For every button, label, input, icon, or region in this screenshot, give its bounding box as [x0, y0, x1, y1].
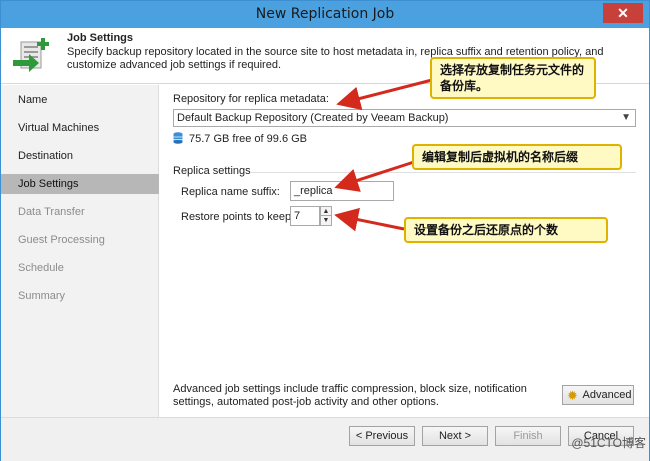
step-guest-processing: Guest Processing	[18, 234, 105, 246]
advanced-button[interactable]: ✹ Advanced	[562, 385, 634, 405]
step-destination[interactable]: Destination	[1, 146, 159, 166]
restore-points-input[interactable]: 7	[290, 206, 320, 226]
replica-suffix-label: Replica name suffix:	[181, 186, 280, 198]
job-settings-icon	[13, 38, 49, 72]
stepper-up-icon[interactable]: ▲	[321, 207, 331, 216]
callout-suffix: 编辑复制后虚拟机的名称后缀	[412, 144, 622, 170]
restore-points-label: Restore points to keep:	[181, 211, 295, 223]
repository-select[interactable]: Default Backup Repository (Created by Ve…	[173, 109, 636, 127]
step-job-settings[interactable]: Job Settings	[1, 174, 159, 194]
chevron-down-icon[interactable]: ▼	[621, 110, 631, 126]
stepper-down-icon[interactable]: ▼	[321, 216, 331, 225]
repository-label: Repository for replica metadata:	[173, 93, 329, 105]
gear-icon: ✹	[567, 388, 578, 403]
page-title: Job Settings	[67, 32, 134, 44]
window-title: New Replication Job	[255, 6, 395, 22]
step-data-transfer: Data Transfer	[18, 206, 85, 218]
advanced-description: Advanced job settings include traffic co…	[173, 383, 527, 408]
job-settings-panel: Repository for replica metadata: Default…	[161, 85, 649, 417]
step-summary: Summary	[18, 290, 66, 302]
close-button[interactable]: ✕	[603, 3, 643, 23]
callout-repository: 选择存放复制任务元文件的备份库。	[430, 57, 596, 99]
section-divider	[251, 172, 636, 173]
title-bar[interactable]: New Replication Job ✕	[1, 1, 649, 28]
replica-settings-heading: Replica settings	[173, 165, 251, 177]
callout-restore: 设置备份之后还原点的个数	[404, 217, 608, 243]
step-schedule: Schedule	[18, 262, 64, 274]
free-space-text: 75.7 GB free of 99.6 GB	[189, 133, 308, 145]
watermark: @51CTO博客	[571, 436, 646, 450]
finish-button: Finish	[495, 426, 561, 446]
database-icon	[173, 132, 183, 144]
previous-button[interactable]: < Previous	[349, 426, 415, 446]
wizard-footer: < Previous Next > Finish Cancel	[1, 417, 649, 461]
step-name[interactable]: Name	[1, 90, 159, 110]
repository-selected-value: Default Backup Repository (Created by Ve…	[177, 112, 449, 124]
advanced-button-label: Advanced	[582, 389, 632, 401]
wizard-steps: Name Virtual Machines Destination Job Se…	[1, 85, 159, 417]
step-virtual-machines[interactable]: Virtual Machines	[1, 118, 159, 138]
next-button[interactable]: Next >	[422, 426, 488, 446]
restore-points-stepper[interactable]: ▲ ▼	[320, 206, 332, 226]
replica-suffix-input[interactable]: _replica	[290, 181, 394, 201]
